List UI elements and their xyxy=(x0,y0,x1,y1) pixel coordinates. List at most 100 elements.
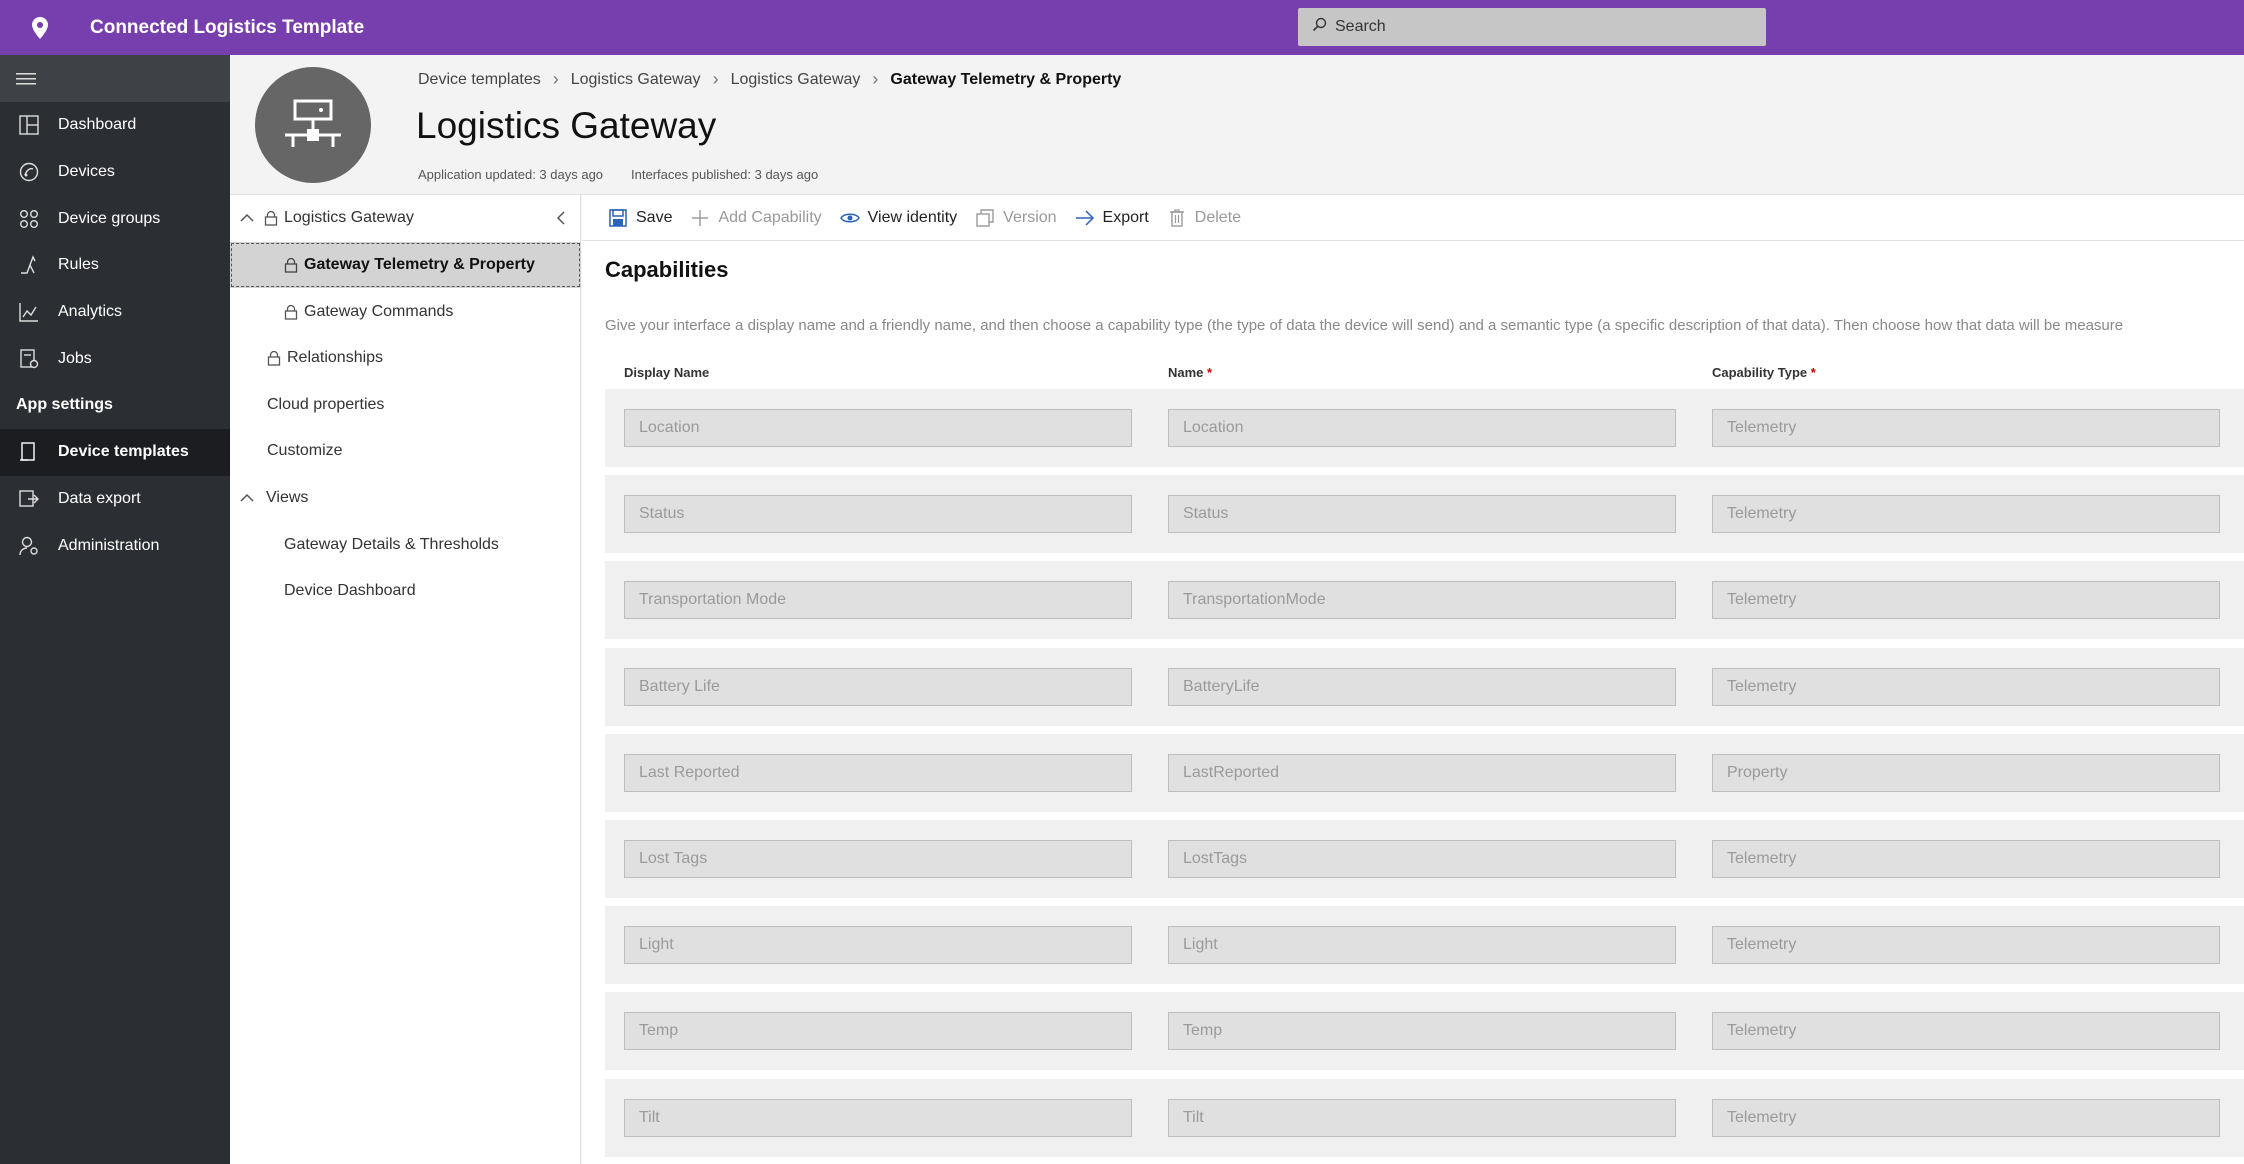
name-field[interactable]: Status xyxy=(1168,495,1676,534)
jobs-icon xyxy=(16,346,42,372)
nav-jobs-label: Jobs xyxy=(58,349,92,367)
version-button[interactable]: Version xyxy=(975,208,1057,228)
display-name-field[interactable]: Lost Tags xyxy=(624,839,1132,878)
nav-device-templates[interactable]: Device templates xyxy=(0,428,230,476)
export-button[interactable]: Export xyxy=(1075,208,1149,228)
tree-item-relationships[interactable]: Relationships xyxy=(230,335,581,381)
tree-item-gateway-commands[interactable]: Gateway Commands xyxy=(230,289,581,335)
devices-icon xyxy=(16,159,42,185)
device-template-avatar xyxy=(255,67,371,183)
save-label: Save xyxy=(636,208,673,226)
nav-rules-label: Rules xyxy=(58,256,99,274)
export-label: Export xyxy=(1102,208,1149,226)
capability-list: Location Location Telemetry Status Statu… xyxy=(605,389,2244,1164)
capability-type-field[interactable]: Telemetry xyxy=(1712,495,2220,534)
tree-item-gateway-details-thresholds[interactable]: Gateway Details & Thresholds xyxy=(230,522,581,568)
display-name-field[interactable]: Location xyxy=(624,409,1132,447)
top-bar: Connected Logistics Template Search xyxy=(0,0,2244,55)
name-field[interactable]: Tilt xyxy=(1168,1098,1676,1137)
capability-row: Last Reported LastReported Property xyxy=(605,733,2244,812)
chevron-right-icon: › xyxy=(712,69,719,89)
nav-analytics[interactable]: Analytics xyxy=(0,289,230,336)
capability-type-field[interactable]: Telemetry xyxy=(1712,1012,2220,1051)
name-field[interactable]: TransportationMode xyxy=(1168,581,1676,620)
tree-item-gateway-telemetry-property[interactable]: Gateway Telemetry & Property xyxy=(230,242,581,288)
location-pin-icon[interactable] xyxy=(0,0,80,55)
name-field[interactable]: Temp xyxy=(1168,1012,1676,1051)
required-mark: * xyxy=(1810,365,1816,380)
chevron-right-icon: › xyxy=(552,69,559,89)
nav-administration[interactable]: Administration xyxy=(0,522,230,569)
arrow-right-icon xyxy=(1075,208,1095,228)
chevron-up-icon[interactable] xyxy=(240,493,254,503)
delete-button[interactable]: Delete xyxy=(1167,208,1241,228)
display-name-field[interactable]: Status xyxy=(624,495,1132,534)
collapse-panel-button[interactable] xyxy=(549,206,573,230)
display-name-field[interactable]: Tilt xyxy=(624,1098,1132,1137)
capability-type-field[interactable]: Telemetry xyxy=(1712,926,2220,965)
tree-item-cloud-properties[interactable]: Cloud properties xyxy=(230,382,581,428)
display-name-field[interactable]: Battery Life xyxy=(624,667,1132,706)
breadcrumb-device-templates[interactable]: Device templates xyxy=(418,71,541,89)
tree-item-label: Views xyxy=(266,489,309,506)
template-tree: Logistics Gateway Gateway Telemetry & Pr… xyxy=(230,195,581,1164)
name-field[interactable]: Light xyxy=(1168,926,1676,965)
capability-row: Location Location Telemetry xyxy=(605,389,2244,467)
capability-type-field[interactable]: Property xyxy=(1712,753,2220,792)
nav-rules[interactable]: Rules xyxy=(0,242,230,289)
delete-label: Delete xyxy=(1194,208,1242,226)
lock-icon xyxy=(264,210,278,226)
save-button[interactable]: Save xyxy=(608,208,672,228)
toolbar: Save Add Capability View identity Versio… xyxy=(582,195,2244,241)
hamburger-menu-button[interactable] xyxy=(0,55,230,102)
nav-section-app-settings: App settings xyxy=(16,396,113,414)
nav-devices-label: Devices xyxy=(58,163,115,181)
display-name-field[interactable]: Temp xyxy=(624,1012,1132,1051)
column-header-capability-type: Capability Type * xyxy=(1712,365,1816,380)
left-navigation: Dashboard Devices Device groups Rules An… xyxy=(0,55,230,1164)
administration-icon xyxy=(16,533,42,559)
tree-item-device-dashboard[interactable]: Device Dashboard xyxy=(230,568,581,614)
display-name-field[interactable]: Light xyxy=(624,926,1132,965)
capability-type-field[interactable]: Telemetry xyxy=(1712,667,2220,706)
add-capability-button[interactable]: Add Capability xyxy=(690,208,822,228)
gateway-icon xyxy=(285,99,341,147)
capability-type-field[interactable]: Telemetry xyxy=(1712,581,2220,620)
chevron-up-icon[interactable] xyxy=(240,213,254,223)
display-name-field[interactable]: Last Reported xyxy=(624,753,1132,792)
capability-type-field[interactable]: Telemetry xyxy=(1712,839,2220,878)
tree-item-views[interactable]: Views xyxy=(230,475,581,521)
search-label: Search xyxy=(1335,18,1386,35)
nav-device-groups[interactable]: Device groups xyxy=(0,195,230,242)
name-field[interactable]: LostTags xyxy=(1168,839,1676,878)
tree-item-customize[interactable]: Customize xyxy=(230,428,581,474)
lock-icon xyxy=(284,257,298,273)
nav-devices[interactable]: Devices xyxy=(0,149,230,196)
breadcrumb-logistics-gateway[interactable]: Logistics Gateway xyxy=(571,71,701,89)
lock-icon xyxy=(284,304,298,320)
column-header-name: Name * xyxy=(1168,365,1213,380)
search-box[interactable]: Search xyxy=(1298,8,1766,46)
nav-device-templates-label: Device templates xyxy=(58,443,189,461)
display-name-field[interactable]: Transportation Mode xyxy=(624,581,1132,620)
name-field[interactable]: BatteryLife xyxy=(1168,667,1676,706)
breadcrumb-logistics-gateway-interface[interactable]: Logistics Gateway xyxy=(731,71,861,89)
tree-item-label: Logistics Gateway xyxy=(284,209,414,226)
name-field[interactable]: Location xyxy=(1168,409,1676,447)
name-field[interactable]: LastReported xyxy=(1168,753,1676,792)
nav-jobs[interactable]: Jobs xyxy=(0,335,230,382)
capability-row: Tilt Tilt Telemetry xyxy=(605,1078,2244,1157)
nav-data-export[interactable]: Data export xyxy=(0,476,230,523)
capability-row: Battery Life BatteryLife Telemetry xyxy=(605,647,2244,726)
nav-dashboard[interactable]: Dashboard xyxy=(0,102,230,149)
dashboard-icon xyxy=(16,112,42,138)
view-identity-button[interactable]: View identity xyxy=(839,208,957,228)
capability-type-field[interactable]: Telemetry xyxy=(1712,1098,2220,1137)
data-export-icon xyxy=(16,486,42,512)
tree-item-logistics-gateway[interactable]: Logistics Gateway xyxy=(230,195,581,241)
page-title: Logistics Gateway xyxy=(416,105,717,146)
required-mark: * xyxy=(1207,365,1213,380)
capability-type-field[interactable]: Telemetry xyxy=(1712,409,2220,447)
capability-row: Temp Temp Telemetry xyxy=(605,992,2244,1071)
search-icon xyxy=(1312,17,1327,37)
